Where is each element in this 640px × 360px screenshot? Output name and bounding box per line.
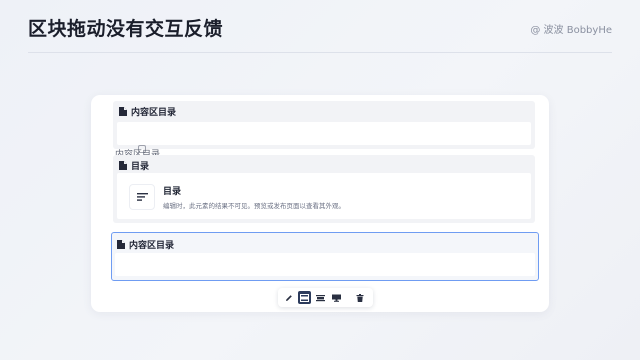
edit-button[interactable]	[282, 291, 295, 304]
content-toc-block-selected[interactable]: 内容区目录	[111, 232, 539, 281]
layout-center-icon	[316, 294, 325, 301]
block-label: 内容区目录	[131, 107, 177, 118]
header-divider	[28, 52, 612, 53]
toc-block[interactable]: 目录 目录 编辑时，此元素的结果不可见。预览或发布页面以查看其外观。	[113, 155, 535, 223]
trash-icon	[356, 293, 363, 302]
content-toc-block[interactable]: 内容区目录	[113, 101, 535, 149]
layout-full-icon	[300, 293, 309, 302]
layout-full-button[interactable]	[298, 291, 311, 304]
block-header: 目录	[119, 155, 149, 175]
toc-placeholder-card: 目录 编辑时，此元素的结果不可见。预览或发布页面以查看其外观。	[129, 181, 521, 213]
block-header: 内容区目录	[119, 101, 176, 121]
block-body	[117, 122, 531, 145]
toc-card-title: 目录	[163, 187, 182, 197]
document-icon	[119, 160, 127, 170]
pencil-icon	[285, 294, 292, 301]
delete-button[interactable]	[353, 291, 366, 304]
block-label: 目录	[131, 161, 150, 172]
monitor-icon	[332, 294, 341, 302]
block-toolbar	[278, 288, 373, 307]
document-icon	[119, 106, 127, 116]
toc-card-description: 编辑时，此元素的结果不可见。预览或发布页面以查看其外观。	[163, 202, 345, 210]
document-icon	[117, 239, 125, 249]
editor-canvas: 内容区目录 内容区目录 目录	[91, 95, 549, 312]
monitor-button[interactable]	[330, 291, 343, 304]
layout-center-button[interactable]	[314, 291, 327, 304]
block-body	[115, 253, 535, 276]
block-body: 目录 编辑时，此元素的结果不可见。预览或发布页面以查看其外观。	[117, 173, 531, 219]
drag-cursor-icon	[138, 145, 146, 153]
block-label: 内容区目录	[129, 240, 175, 251]
page-title: 区块拖动没有交互反馈	[28, 18, 224, 40]
block-header: 内容区目录	[117, 234, 174, 254]
author-credit: @ 波波 BobbyHe	[530, 25, 612, 36]
toc-icon	[129, 184, 155, 210]
